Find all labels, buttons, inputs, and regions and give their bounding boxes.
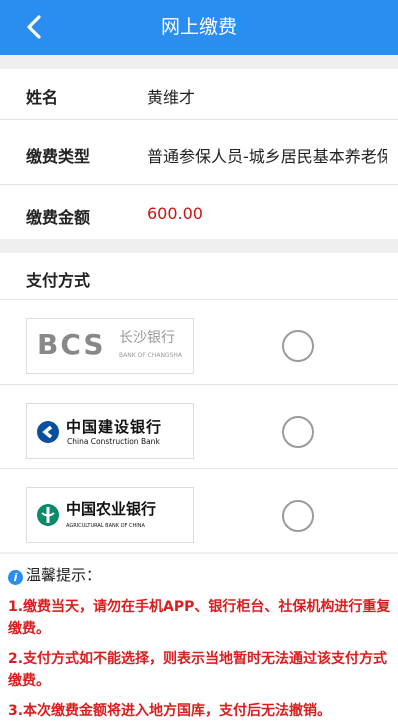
tips-section: i 温馨提示： 1.缴费当天，请勿在手机APP、银行柜台、社保机构进行重复缴费。 … bbox=[0, 554, 398, 723]
tip-item: 1.缴费当天，请勿在手机APP、银行柜台、社保机构进行重复缴费。 bbox=[8, 599, 391, 637]
payment-method-row: 支付方式 bbox=[0, 253, 398, 299]
bank-radio-ccb[interactable] bbox=[282, 416, 314, 448]
name-label: 姓名 bbox=[26, 88, 59, 107]
ccb-emblem-icon bbox=[37, 421, 59, 443]
fee-type-value: 普通参保人员-城乡居民基本养老保险 bbox=[147, 147, 387, 166]
abc-emblem-icon bbox=[37, 504, 59, 526]
bank-name: 长沙银行 bbox=[119, 330, 175, 346]
bank-name: 中国建设银行 bbox=[66, 418, 163, 436]
bank-option-changsha[interactable]: BCS 长沙银行 BANK OF CHANGSHA bbox=[0, 301, 398, 384]
divider bbox=[0, 299, 398, 300]
amount-value: 600.00 bbox=[147, 204, 203, 223]
section-gap bbox=[0, 239, 398, 253]
bank-radio-changsha[interactable] bbox=[282, 330, 314, 362]
bank-english-name: BANK OF CHANGSHA bbox=[119, 352, 182, 359]
bank-radio-abc[interactable] bbox=[282, 500, 314, 532]
section-gap bbox=[0, 55, 398, 69]
agricultural-bank-logo: 中国农业银行 AGRICULTURAL BANK OF CHINA bbox=[26, 487, 194, 543]
tip-item: 2.支付方式如不能选择，则表示当地暂时无法通过该支付方式缴费。 bbox=[8, 651, 388, 689]
bank-option-ccb[interactable]: 中国建设银行 China Construction Bank bbox=[0, 385, 398, 468]
info-icon: i bbox=[8, 570, 23, 585]
bank-option-abc[interactable]: 中国农业银行 AGRICULTURAL BANK OF CHINA bbox=[0, 469, 398, 552]
amount-row: 缴费金额 600.00 bbox=[0, 185, 398, 239]
tip-item: 3.本次缴费金额将进入地方国库，支付后无法撤销。 bbox=[8, 703, 332, 719]
tips-title-text: 温馨提示： bbox=[26, 566, 102, 584]
bank-english-name: AGRICULTURAL BANK OF CHINA bbox=[66, 523, 145, 529]
bank-name: 中国农业银行 bbox=[66, 500, 157, 518]
bcs-mark: BCS bbox=[37, 328, 106, 361]
bank-english-name: China Construction Bank bbox=[67, 437, 160, 446]
amount-label: 缴费金额 bbox=[26, 208, 91, 227]
bank-of-changsha-logo: BCS 长沙银行 BANK OF CHANGSHA bbox=[26, 318, 194, 374]
fee-type-row: 缴费类型 普通参保人员-城乡居民基本养老保险 bbox=[0, 120, 398, 184]
top-bar: 网上缴费 bbox=[0, 0, 398, 55]
fee-type-label: 缴费类型 bbox=[26, 147, 91, 166]
page-title: 网上缴费 bbox=[160, 16, 237, 38]
name-row: 姓名 黄维才 bbox=[0, 69, 398, 119]
payment-method-label: 支付方式 bbox=[26, 271, 91, 290]
china-construction-bank-logo: 中国建设银行 China Construction Bank bbox=[26, 403, 194, 459]
name-value: 黄维才 bbox=[147, 88, 196, 107]
tips-title: i 温馨提示： bbox=[8, 564, 101, 585]
